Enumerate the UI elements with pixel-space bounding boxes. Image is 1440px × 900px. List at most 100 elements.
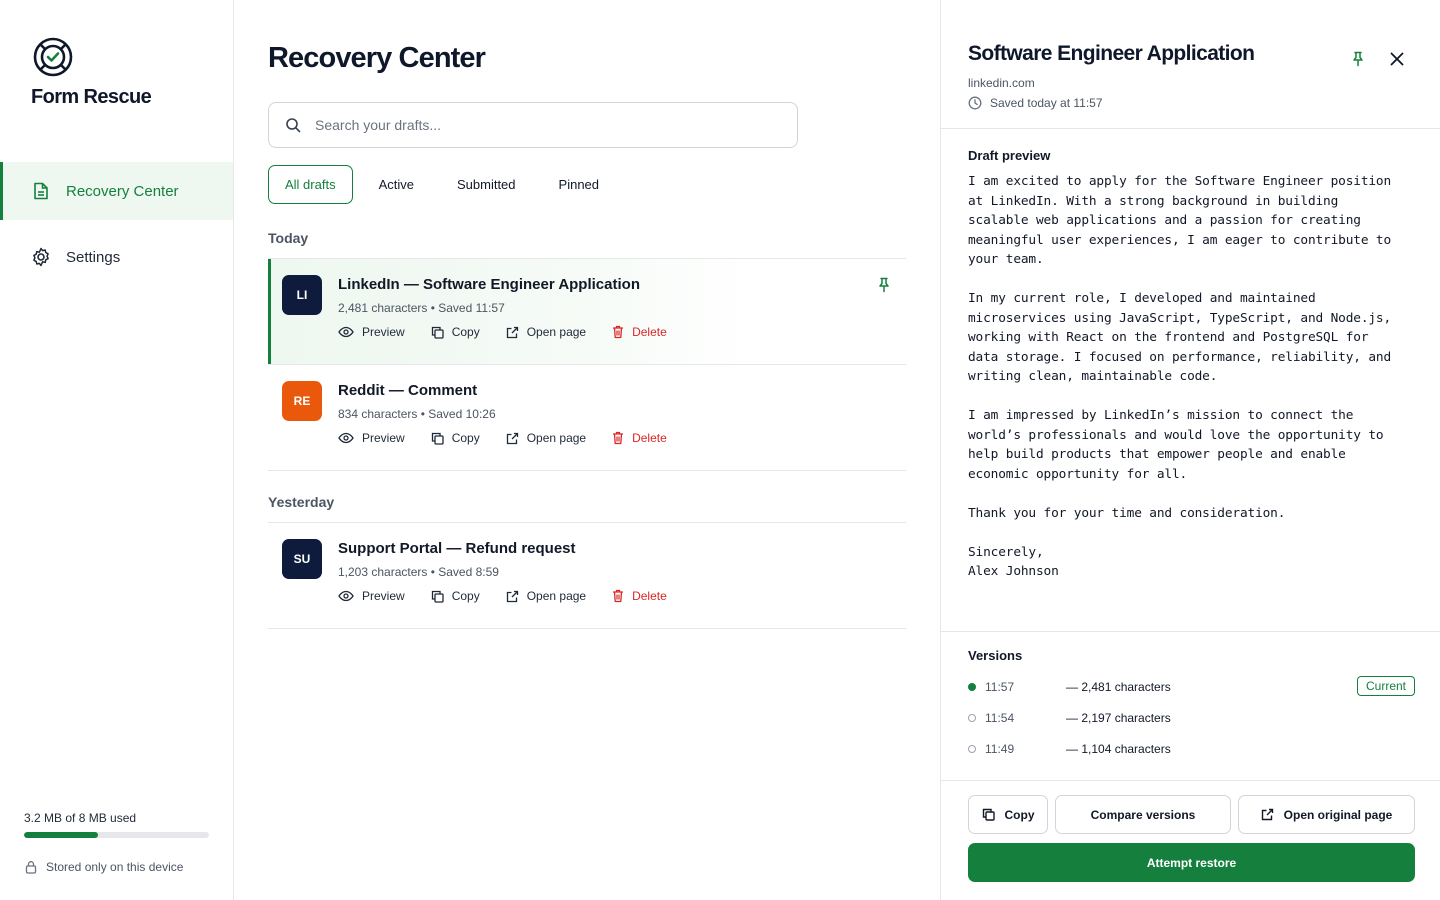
close-icon[interactable] xyxy=(1388,50,1406,68)
divider xyxy=(941,128,1440,129)
delete-label: Delete xyxy=(632,589,667,603)
document-icon xyxy=(30,180,52,202)
sidebar: Form Rescue Recovery Center Settings 3.2… xyxy=(0,0,234,900)
sidebar-item-settings[interactable]: Settings xyxy=(0,228,233,286)
copy-button[interactable]: Copy xyxy=(431,325,480,339)
divider xyxy=(941,780,1440,781)
open-page-label: Open page xyxy=(526,431,587,445)
preview-button[interactable]: Preview xyxy=(338,589,405,603)
main-content: Recovery Center All drafts Active Submit… xyxy=(234,0,940,900)
open-page-button[interactable]: Open page xyxy=(506,325,586,339)
draft-actions: Preview Copy Open page Delete xyxy=(338,431,693,445)
detail-saved-time: Saved today at 11:57 xyxy=(968,96,1103,110)
open-page-button[interactable]: Open page xyxy=(506,431,586,445)
draft-avatar: RE xyxy=(282,381,322,421)
search-box[interactable] xyxy=(268,102,798,148)
filter-tabs: All drafts Active Submitted Pinned xyxy=(268,165,625,204)
draft-avatar: LI xyxy=(282,275,322,315)
detail-domain: linkedin.com xyxy=(968,76,1035,90)
search-icon xyxy=(285,117,301,133)
detail-title: Software Engineer Application xyxy=(968,42,1255,65)
group-label-today: Today xyxy=(268,230,309,246)
attempt-restore-button[interactable]: Attempt restore xyxy=(968,843,1415,882)
version-time: 11:54 xyxy=(985,711,1015,725)
version-characters: — 1,104 characters xyxy=(1066,742,1171,756)
trash-icon xyxy=(612,325,624,339)
copy-icon xyxy=(431,326,444,339)
copy-button[interactable]: Copy xyxy=(431,431,480,445)
sidebar-item-label: Settings xyxy=(66,248,121,266)
preview-label: Preview xyxy=(362,431,405,445)
sidebar-item-label: Recovery Center xyxy=(66,182,179,200)
logo-icon xyxy=(33,37,73,77)
external-link-icon xyxy=(506,432,519,445)
version-characters: — 2,197 characters xyxy=(1066,711,1171,725)
search-input[interactable] xyxy=(315,117,755,133)
preview-label: Preview xyxy=(362,325,405,339)
delete-label: Delete xyxy=(632,431,667,445)
draft-meta: 1,203 characters • Saved 8:59 xyxy=(338,565,499,579)
sidebar-item-recovery-center[interactable]: Recovery Center xyxy=(0,162,233,220)
preview-button[interactable]: Preview xyxy=(338,325,405,339)
external-link-icon xyxy=(506,326,519,339)
version-row[interactable]: 11:57 — 2,481 characters Current xyxy=(968,676,1415,697)
copy-draft-button[interactable]: Copy xyxy=(968,795,1048,834)
trash-icon xyxy=(612,589,624,603)
preview-button[interactable]: Preview xyxy=(338,431,405,445)
draft-item-reddit[interactable]: RE Reddit — Comment 834 characters • Sav… xyxy=(268,365,906,470)
version-time: 11:49 xyxy=(985,742,1015,756)
divider xyxy=(941,631,1440,632)
version-characters: — 2,481 characters xyxy=(1066,680,1171,694)
draft-meta: 2,481 characters • Saved 11:57 xyxy=(338,301,505,315)
delete-button[interactable]: Delete xyxy=(612,589,667,603)
draft-detail-panel: Software Engineer Application linkedin.c… xyxy=(940,0,1440,900)
version-dot xyxy=(968,714,976,722)
tab-pinned[interactable]: Pinned xyxy=(542,165,616,204)
storage-usage-fill xyxy=(24,832,98,838)
pin-icon[interactable] xyxy=(878,277,890,293)
open-page-label: Open page xyxy=(526,589,587,603)
draft-item-support-portal[interactable]: SU Support Portal — Refund request 1,203… xyxy=(268,523,906,628)
draft-preview-text: I am excited to apply for the Software E… xyxy=(968,174,1392,579)
compare-versions-button[interactable]: Compare versions xyxy=(1055,795,1231,834)
open-original-page-label: Open original page xyxy=(1283,807,1393,822)
versions-heading: Versions xyxy=(968,648,1023,663)
divider xyxy=(268,628,906,629)
draft-title: Support Portal — Refund request xyxy=(338,540,576,557)
copy-icon xyxy=(431,432,444,445)
delete-button[interactable]: Delete xyxy=(612,325,667,339)
lock-icon xyxy=(24,860,38,874)
draft-actions: Preview Copy Open page Delete xyxy=(338,589,693,603)
draft-meta: 834 characters • Saved 10:26 xyxy=(338,407,496,421)
eye-icon xyxy=(338,326,354,338)
pin-icon[interactable] xyxy=(1352,51,1364,67)
eye-icon xyxy=(338,432,354,444)
draft-title: Reddit — Comment xyxy=(338,382,478,399)
copy-icon xyxy=(982,808,995,821)
delete-button[interactable]: Delete xyxy=(612,431,667,445)
version-row[interactable]: 11:54 — 2,197 characters xyxy=(968,708,1415,728)
copy-icon xyxy=(431,590,444,603)
tab-active[interactable]: Active xyxy=(362,165,431,204)
draft-item-linkedin[interactable]: LI LinkedIn — Software Engineer Applicat… xyxy=(268,259,906,364)
open-original-page-button[interactable]: Open original page xyxy=(1238,795,1415,834)
copy-button[interactable]: Copy xyxy=(431,589,480,603)
clock-icon xyxy=(968,96,982,110)
external-link-icon xyxy=(506,590,519,603)
page-title: Recovery Center xyxy=(268,42,486,74)
storage-usage-bar xyxy=(24,832,209,838)
draft-preview-heading: Draft preview xyxy=(968,148,1051,163)
tab-submitted[interactable]: Submitted xyxy=(440,165,533,204)
copy-label: Copy xyxy=(451,325,480,339)
eye-icon xyxy=(338,590,354,602)
gear-icon xyxy=(30,246,52,268)
version-row[interactable]: 11:49 — 1,104 characters xyxy=(968,739,1415,759)
preview-label: Preview xyxy=(362,589,405,603)
copy-label: Copy xyxy=(451,589,480,603)
tab-all-drafts[interactable]: All drafts xyxy=(268,165,353,204)
privacy-note: Stored only on this device xyxy=(24,860,183,874)
privacy-note-text: Stored only on this device xyxy=(46,860,184,874)
trash-icon xyxy=(612,431,624,445)
draft-avatar: SU xyxy=(282,539,322,579)
open-page-button[interactable]: Open page xyxy=(506,589,586,603)
